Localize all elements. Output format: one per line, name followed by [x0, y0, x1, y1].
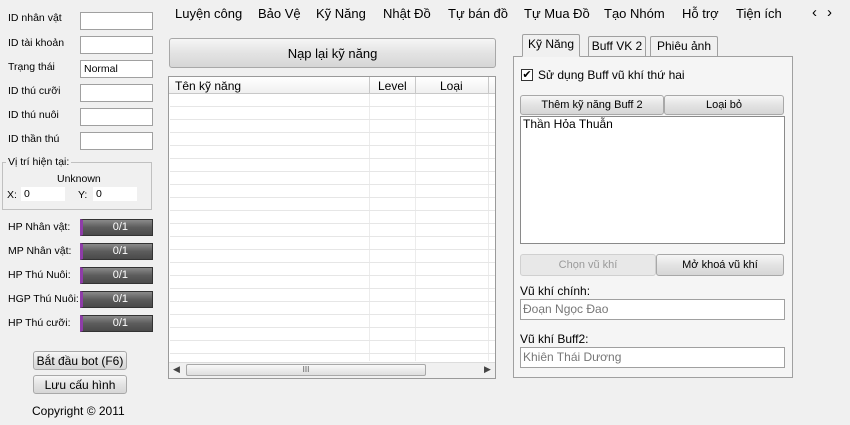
- unlock-weapon-button[interactable]: Mở khoá vũ khí: [656, 254, 784, 276]
- position-y-label: Y:: [78, 189, 88, 201]
- scroll-thumb[interactable]: III: [186, 364, 426, 376]
- column-header-level[interactable]: Level: [378, 79, 407, 93]
- add-buff-skill-button[interactable]: Thêm kỹ năng Buff 2: [520, 95, 664, 115]
- save-config-button[interactable]: Lưu cấu hình: [33, 375, 127, 394]
- position-group: [2, 162, 152, 210]
- table-row: [170, 315, 495, 328]
- char-hp-label: HP Nhân vật:: [8, 221, 71, 233]
- scroll-left-arrow-icon[interactable]: ◀: [173, 364, 180, 375]
- reload-skills-button[interactable]: Nạp lại kỹ năng: [169, 38, 496, 68]
- column-divider: [488, 77, 489, 94]
- menu-item-utilities[interactable]: Tiện ích: [736, 6, 782, 21]
- column-header-skill-name[interactable]: Tên kỹ năng: [175, 79, 241, 93]
- tab-skills[interactable]: Kỹ Năng: [522, 34, 580, 57]
- tab-phieu-anh[interactable]: Phiêu ảnh: [650, 36, 718, 56]
- pet-hgp-bar: 0/1: [80, 291, 153, 308]
- field-label-mount-id: ID thú cưỡi: [8, 85, 61, 97]
- tab-buff-vk2[interactable]: Buff VK 2: [588, 36, 646, 56]
- position-x-label: X:: [7, 189, 17, 201]
- table-row: [170, 250, 495, 263]
- table-row: [170, 146, 495, 159]
- pet-id-field[interactable]: [80, 108, 153, 126]
- chevron-right-icon[interactable]: ›: [827, 4, 832, 21]
- position-x-value: 0: [21, 187, 65, 201]
- pet-hp-label: HP Thú Nuôi:: [8, 269, 71, 281]
- menu-item-skills[interactable]: Kỹ Năng: [316, 6, 366, 21]
- buff-weapon-label: Vũ khí Buff2:: [520, 332, 589, 346]
- table-row: [170, 159, 495, 172]
- column-divider: [369, 77, 370, 94]
- position-name: Unknown: [57, 173, 101, 185]
- table-row: [170, 328, 495, 341]
- buff-weapon-field[interactable]: Khiên Thái Dương: [520, 347, 785, 368]
- menu-item-pickup[interactable]: Nhật Đồ: [383, 6, 431, 21]
- table-row: [170, 237, 495, 250]
- select-weapon-button[interactable]: Chọn vũ khí: [520, 254, 656, 276]
- menu-item-protect[interactable]: Bảo Vệ: [258, 6, 301, 21]
- chevron-left-icon[interactable]: ‹: [812, 4, 817, 21]
- field-label-char-id: ID nhân vật: [8, 12, 62, 24]
- field-label-status: Trạng thái: [8, 61, 55, 73]
- mount-id-field[interactable]: [80, 84, 153, 102]
- main-weapon-field[interactable]: Đoạn Ngọc Đao: [520, 299, 785, 320]
- table-row: [170, 341, 495, 354]
- field-label-divine-beast-id: ID thần thú: [8, 133, 60, 145]
- menu-item-auto-sell[interactable]: Tự bán đồ: [448, 6, 508, 21]
- copyright-text: Copyright © 2011: [32, 404, 125, 418]
- table-row: [170, 94, 495, 107]
- table-row: [170, 107, 495, 120]
- table-row: [170, 289, 495, 302]
- menu-item-support[interactable]: Hỗ trợ: [682, 6, 719, 21]
- table-row: [170, 198, 495, 211]
- main-weapon-label: Vũ khí chính:: [520, 284, 591, 298]
- table-row: [170, 302, 495, 315]
- divine-beast-id-field[interactable]: [80, 132, 153, 150]
- table-row: [170, 211, 495, 224]
- char-hp-bar: 0/1: [80, 219, 153, 236]
- start-bot-button[interactable]: Bắt đầu bot (F6): [33, 351, 127, 370]
- char-mp-bar: 0/1: [80, 243, 153, 260]
- mount-hp-label: HP Thú cưỡi:: [8, 317, 71, 329]
- position-y-value: 0: [93, 187, 137, 201]
- status-field[interactable]: Normal: [80, 60, 153, 78]
- buff-skill-list[interactable]: [520, 116, 785, 244]
- pet-hp-bar: 0/1: [80, 267, 153, 284]
- field-label-account-id: ID tài khoản: [8, 37, 65, 49]
- use-second-weapon-label[interactable]: Sử dụng Buff vũ khí thứ hai: [538, 68, 685, 82]
- position-legend: Vị trí hiện tại:: [6, 156, 72, 168]
- table-row: [170, 263, 495, 276]
- table-row: [170, 276, 495, 289]
- menu-item-training[interactable]: Luyện công: [175, 6, 242, 21]
- field-label-pet-id: ID thú nuôi: [8, 109, 59, 121]
- table-row: [170, 185, 495, 198]
- menu-item-auto-buy[interactable]: Tự Mua Đồ: [524, 6, 590, 21]
- table-row: [170, 133, 495, 146]
- mount-hp-bar: 0/1: [80, 315, 153, 332]
- list-item[interactable]: Thần Hỏa Thuẫn: [523, 117, 613, 131]
- menu-item-party[interactable]: Tạo Nhóm: [604, 6, 665, 21]
- remove-button[interactable]: Loại bỏ: [664, 95, 784, 115]
- table-row: [170, 120, 495, 133]
- account-id-field[interactable]: [80, 36, 153, 54]
- char-id-field[interactable]: [80, 12, 153, 30]
- scroll-right-arrow-icon[interactable]: ▶: [484, 364, 491, 375]
- checkbox-check-icon[interactable]: ✔: [521, 69, 533, 81]
- table-row: [170, 172, 495, 185]
- column-header-type[interactable]: Loại: [440, 79, 463, 93]
- column-divider: [415, 77, 416, 94]
- pet-hgp-label: HGP Thú Nuôi:: [8, 293, 79, 305]
- table-row: [170, 224, 495, 237]
- char-mp-label: MP Nhân vật:: [8, 245, 72, 257]
